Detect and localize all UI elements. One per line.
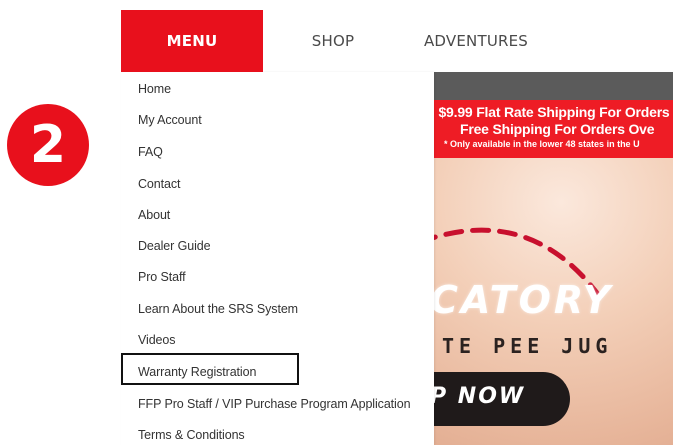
step-number: 2 [29,115,67,175]
menu-item-terms-conditions[interactable]: Terms & Conditions [138,428,245,442]
nav-tab-adventures-label: ADVENTURES [423,32,529,50]
nav-tab-shop[interactable]: SHOP [293,10,373,72]
hero-logo-text: CATORY [430,278,614,322]
nav-tab-menu[interactable]: MENU [121,10,263,72]
step-number-badge: 2 [7,104,89,186]
menu-item-about[interactable]: About [138,208,170,222]
menu-item-dealer-guide[interactable]: Dealer Guide [138,239,211,253]
menu-item-videos[interactable]: Videos [138,333,176,347]
hero-tagline: TE PEE JUG [442,334,613,358]
nav-tab-menu-label: MENU [166,32,218,50]
nav-tab-adventures[interactable]: ADVENTURES [411,10,541,72]
menu-item-learn-srs-system[interactable]: Learn About the SRS System [138,302,298,316]
top-nav: MENU SHOP ADVENTURES [121,10,673,72]
menu-dropdown: Home My Account FAQ Contact About Dealer… [121,72,434,445]
shop-now-label: P NOW [430,384,526,409]
menu-item-ffp-pro-staff-vip[interactable]: FFP Pro Staff / VIP Purchase Program App… [138,397,411,411]
nav-tab-shop-label: SHOP [311,32,355,50]
menu-item-home[interactable]: Home [138,82,171,96]
menu-item-faq[interactable]: FAQ [138,145,163,159]
menu-item-contact[interactable]: Contact [138,177,180,191]
warranty-registration-highlight-box [121,353,299,385]
menu-item-pro-staff[interactable]: Pro Staff [138,270,186,284]
menu-item-my-account[interactable]: My Account [138,113,202,127]
